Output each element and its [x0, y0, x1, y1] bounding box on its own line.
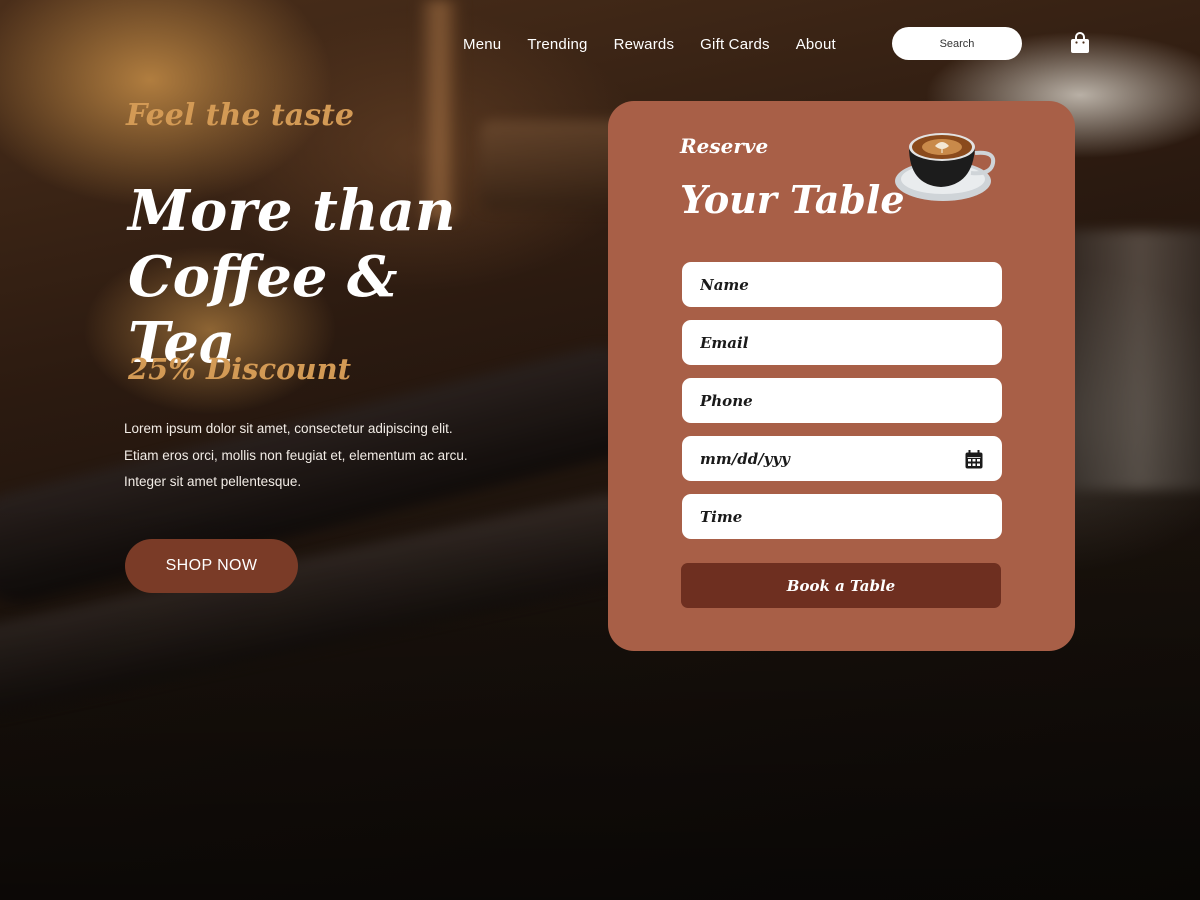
shop-now-button[interactable]: SHOP NOW — [125, 539, 298, 593]
coffee-cup-icon — [895, 133, 996, 201]
time-field[interactable] — [682, 494, 1002, 539]
nav-item-rewards[interactable]: Rewards — [614, 36, 675, 53]
name-field[interactable] — [682, 262, 1002, 307]
nav-item-gift-cards[interactable]: Gift Cards — [700, 36, 770, 53]
discount-label: 25% Discount — [128, 352, 352, 386]
landing-page: Menu Trending Rewards Gift Cards About F… — [0, 0, 1200, 900]
book-table-button[interactable]: Book a Table — [681, 563, 1001, 608]
reserve-kicker: Reserve — [680, 134, 769, 158]
background-portafilter-lower — [0, 486, 662, 724]
nav-item-menu[interactable]: Menu — [463, 36, 501, 53]
background-steel-part — [1060, 230, 1200, 490]
reserve-title: Your Table — [680, 177, 905, 222]
calendar-icon[interactable] — [965, 450, 983, 469]
date-field[interactable] — [682, 436, 1002, 481]
nav-item-trending[interactable]: Trending — [527, 36, 587, 53]
hero-description-line1: Lorem ipsum dolor sit amet, consectetur … — [124, 421, 453, 436]
search-input[interactable] — [892, 27, 1022, 60]
hero-description: Lorem ipsum dolor sit amet, consectetur … — [124, 416, 524, 496]
reserve-table-card: Reserve Your Table Name Email Phone mm/d… — [608, 101, 1075, 651]
hero-description-line3: Integer sit amet pellentesque. — [124, 474, 302, 489]
hero-headline-line1: More than — [128, 178, 456, 244]
hero-tagline: Feel the taste — [126, 98, 355, 133]
nav-item-about[interactable]: About — [796, 36, 836, 53]
hero-description-line2: Etiam eros orci, mollis non feugiat et, … — [124, 447, 468, 463]
hero-headline: More than Coffee & Tea — [128, 178, 488, 376]
phone-field[interactable] — [682, 378, 1002, 423]
main-nav: Menu Trending Rewards Gift Cards About — [463, 27, 862, 61]
email-field[interactable] — [682, 320, 1002, 365]
shopping-bag-icon[interactable] — [1070, 32, 1090, 54]
